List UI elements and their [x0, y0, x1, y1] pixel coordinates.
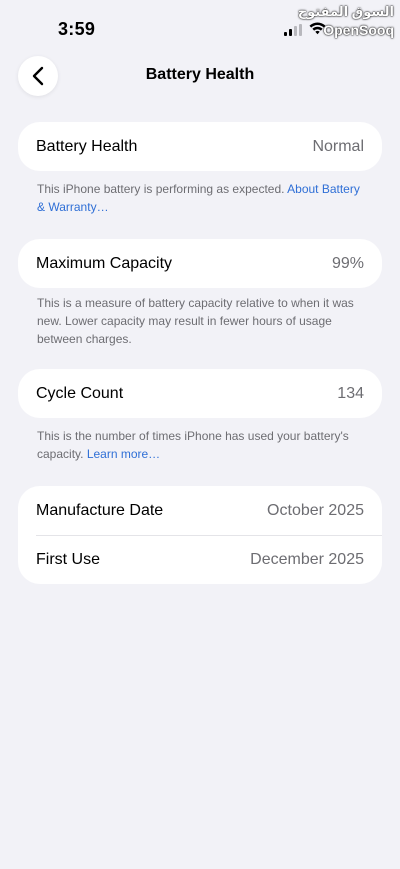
maximum-capacity-card: Maximum Capacity 99% [18, 239, 382, 288]
first-use-value: December 2025 [250, 550, 364, 568]
manufacture-date-label: Manufacture Date [36, 501, 164, 519]
cycle-count-row: Cycle Count 134 [18, 369, 382, 418]
opensooq-watermark: السوق المفتوح OpenSooq [298, 2, 396, 42]
cycle-count-footnote: This is the number of times iPhone has u… [37, 427, 362, 463]
battery-health-card: Battery Health Normal [18, 122, 382, 171]
status-time: 3:59 [58, 19, 96, 39]
battery-health-label: Battery Health [36, 137, 138, 155]
learn-more-link[interactable]: Learn more… [87, 447, 160, 461]
cellular-signal-icon [284, 24, 304, 36]
maximum-capacity-label: Maximum Capacity [36, 254, 173, 272]
maximum-capacity-footnote: This is a measure of battery capacity re… [37, 294, 362, 348]
battery-health-row: Battery Health Normal [18, 122, 382, 171]
manufacture-date-row: Manufacture Date October 2025 [18, 486, 382, 535]
status-bar: 3:59 السوق المفتوح OpenSooq [0, 0, 400, 56]
page-title: Battery Health [145, 66, 255, 83]
cycle-count-card: Cycle Count 134 [18, 369, 382, 418]
battery-health-value: Normal [312, 137, 364, 155]
battery-health-screen: 3:59 السوق المفتوح OpenSooq Battery Heal… [0, 0, 400, 869]
first-use-row: First Use December 2025 [18, 535, 382, 584]
maximum-capacity-description: This is a measure of battery capacity re… [37, 296, 354, 346]
dates-card: Manufacture Date October 2025 First Use … [18, 486, 382, 584]
maximum-capacity-value: 99% [331, 254, 364, 272]
watermark-latin-text: OpenSooq [323, 22, 394, 38]
first-use-label: First Use [36, 550, 100, 568]
maximum-capacity-row: Maximum Capacity 99% [18, 239, 382, 288]
row-divider [36, 535, 382, 536]
battery-health-footnote: This iPhone battery is performing as exp… [37, 180, 362, 216]
cycle-count-label: Cycle Count [36, 384, 124, 402]
cycle-count-value: 134 [337, 384, 364, 402]
cycle-count-description: This is the number of times iPhone has u… [37, 429, 349, 461]
manufacture-date-value: October 2025 [267, 501, 364, 519]
battery-health-description: This iPhone battery is performing as exp… [37, 182, 285, 196]
watermark-arabic-text: السوق المفتوح [297, 4, 394, 19]
